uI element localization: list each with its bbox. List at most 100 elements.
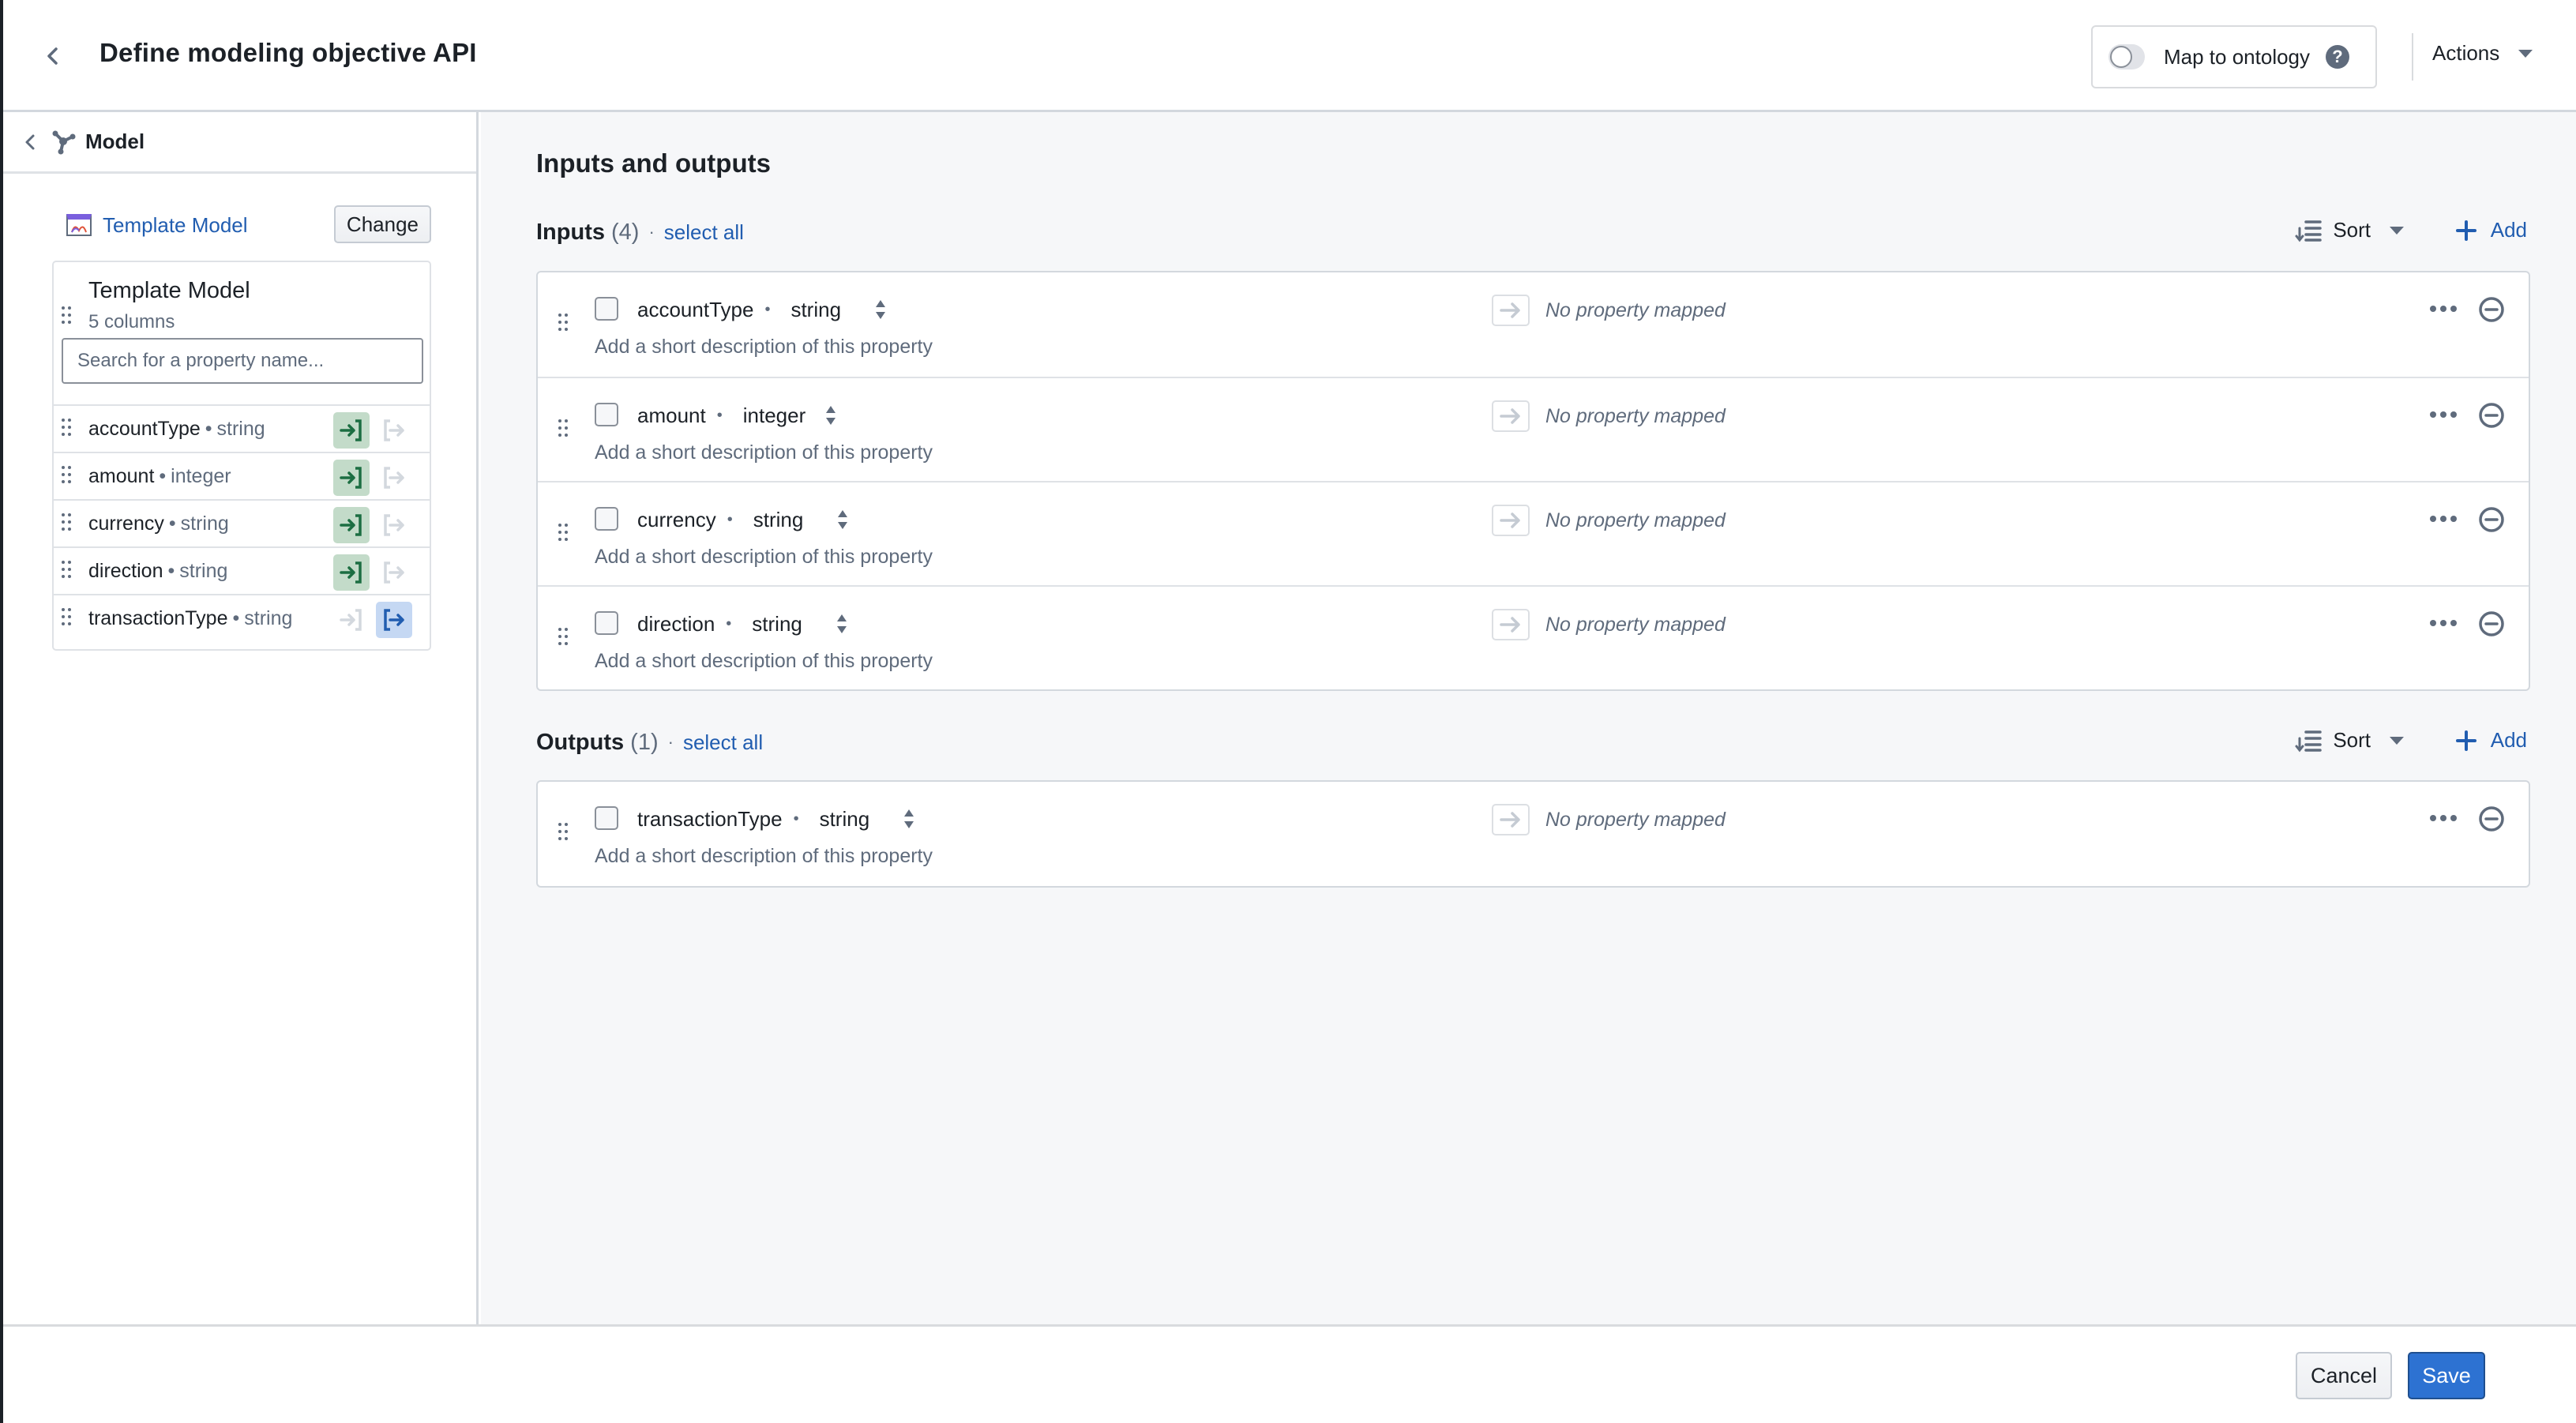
page-title: Define modeling objective API (100, 38, 477, 67)
drag-handle-icon[interactable] (558, 314, 569, 336)
property-search-input[interactable] (62, 338, 423, 384)
row-checkbox[interactable] (595, 297, 618, 321)
set-as-input-button[interactable] (333, 412, 370, 449)
separator-dot: · (648, 222, 655, 242)
sidebar-header: Model (3, 112, 476, 174)
drag-handle-icon[interactable] (62, 466, 73, 488)
map-property-button[interactable]: No property mapped (1492, 804, 1725, 835)
row-checkbox[interactable] (595, 403, 618, 426)
log-in-icon (340, 467, 362, 489)
more-options-icon[interactable] (2429, 810, 2458, 826)
set-as-input-button[interactable] (333, 460, 370, 496)
outputs-sort-button[interactable]: Sort (2295, 728, 2404, 753)
set-as-output-button[interactable] (376, 507, 412, 543)
model-property-item[interactable]: currency • string (54, 499, 430, 546)
change-model-button[interactable]: Change (333, 205, 431, 243)
arrow-right-icon (1492, 400, 1530, 432)
row-checkbox[interactable] (595, 507, 618, 531)
property-type: string (819, 806, 870, 831)
remove-circle-icon[interactable] (2478, 506, 2505, 533)
more-options-icon[interactable] (2429, 301, 2458, 317)
chevron-left-icon[interactable] (41, 43, 65, 69)
separator-dot: • (716, 406, 723, 424)
set-as-output-button[interactable] (376, 554, 412, 591)
description-input[interactable]: Add a short description of this property (595, 441, 933, 464)
map-to-ontology-toggle[interactable]: Map to ontology ? (2091, 25, 2377, 88)
remove-circle-icon[interactable] (2478, 805, 2505, 832)
set-as-input-button[interactable] (333, 507, 370, 543)
drag-handle-icon[interactable] (62, 306, 73, 329)
drag-handle-icon[interactable] (62, 561, 73, 583)
inputs-add-button[interactable]: Add (2455, 218, 2527, 242)
property-type: string (753, 507, 804, 531)
drag-handle-icon[interactable] (558, 419, 569, 441)
row-property: currency • string (637, 506, 849, 533)
remove-circle-icon[interactable] (2478, 296, 2505, 323)
map-property-button[interactable]: No property mapped (1492, 609, 1725, 640)
property-name: accountType (88, 417, 201, 440)
inputs-label: Inputs (536, 219, 605, 245)
set-as-input-button[interactable] (333, 602, 370, 638)
actions-label: Actions (2432, 41, 2500, 65)
type-select[interactable]: string (753, 508, 850, 532)
drag-handle-icon[interactable] (62, 513, 73, 535)
property-name: currency (88, 512, 164, 535)
remove-circle-icon[interactable] (2478, 610, 2505, 637)
separator-dot: · (667, 732, 674, 752)
inputs-select-all-link[interactable]: select all (664, 220, 744, 245)
row-checkbox[interactable] (595, 806, 618, 830)
section-title: Inputs and outputs (536, 148, 771, 178)
log-in-icon (340, 609, 362, 631)
separator-dot: • (793, 809, 799, 828)
description-input[interactable]: Add a short description of this property (595, 650, 933, 673)
mapping-status: No property mapped (1545, 613, 1725, 636)
outputs-header: Outputs (1) · select all Sort Add (536, 725, 2530, 760)
separator-dot: • (232, 606, 240, 629)
property-name: transactionType (637, 806, 783, 831)
set-as-output-button[interactable] (376, 460, 412, 496)
model-property-item[interactable]: accountType • string (54, 404, 430, 452)
inputs-header: Inputs (4) · select all Sort Add (536, 215, 2530, 250)
more-options-icon[interactable] (2429, 615, 2458, 631)
template-model-link[interactable]: Template Model (103, 213, 248, 238)
property-label: amount • integer (88, 465, 231, 488)
model-property-item[interactable]: amount • integer (54, 452, 430, 499)
type-select[interactable]: integer (743, 404, 838, 428)
more-options-icon[interactable] (2429, 407, 2458, 422)
log-in-icon (340, 419, 362, 441)
map-property-button[interactable]: No property mapped (1492, 295, 1725, 326)
type-select[interactable]: string (752, 612, 848, 636)
inputs-sort-button[interactable]: Sort (2295, 218, 2404, 242)
map-property-button[interactable]: No property mapped (1492, 505, 1725, 536)
drag-handle-icon[interactable] (558, 524, 569, 546)
toggle-switch[interactable] (2108, 44, 2145, 69)
cancel-button[interactable]: Cancel (2296, 1352, 2392, 1399)
question-mark-icon[interactable]: ? (2326, 45, 2350, 69)
map-property-button[interactable]: No property mapped (1492, 400, 1725, 432)
drag-handle-icon[interactable] (62, 419, 73, 441)
type-select[interactable]: string (790, 298, 887, 322)
description-input[interactable]: Add a short description of this property (595, 546, 933, 569)
drag-handle-icon[interactable] (558, 823, 569, 845)
model-property-item[interactable]: transactionType • string (54, 594, 430, 641)
remove-circle-icon[interactable] (2478, 402, 2505, 429)
set-as-output-button[interactable] (376, 602, 412, 638)
model-property-item[interactable]: direction • string (54, 546, 430, 594)
description-input[interactable]: Add a short description of this property (595, 845, 933, 868)
drag-handle-icon[interactable] (558, 628, 569, 650)
save-button[interactable]: Save (2408, 1352, 2485, 1399)
row-checkbox[interactable] (595, 611, 618, 635)
set-as-output-button[interactable] (376, 412, 412, 449)
row-property: accountType • string (637, 296, 887, 323)
description-input[interactable]: Add a short description of this property (595, 336, 933, 359)
sidebar-title: Model (85, 130, 145, 153)
type-select[interactable]: string (820, 807, 916, 832)
more-options-icon[interactable] (2429, 511, 2458, 527)
property-label: transactionType • string (88, 607, 292, 630)
outputs-select-all-link[interactable]: select all (683, 730, 763, 755)
actions-menu-button[interactable]: Actions (2432, 41, 2533, 66)
outputs-add-button[interactable]: Add (2455, 728, 2527, 753)
chevron-left-icon[interactable] (21, 131, 39, 153)
drag-handle-icon[interactable] (62, 608, 73, 630)
set-as-input-button[interactable] (333, 554, 370, 591)
